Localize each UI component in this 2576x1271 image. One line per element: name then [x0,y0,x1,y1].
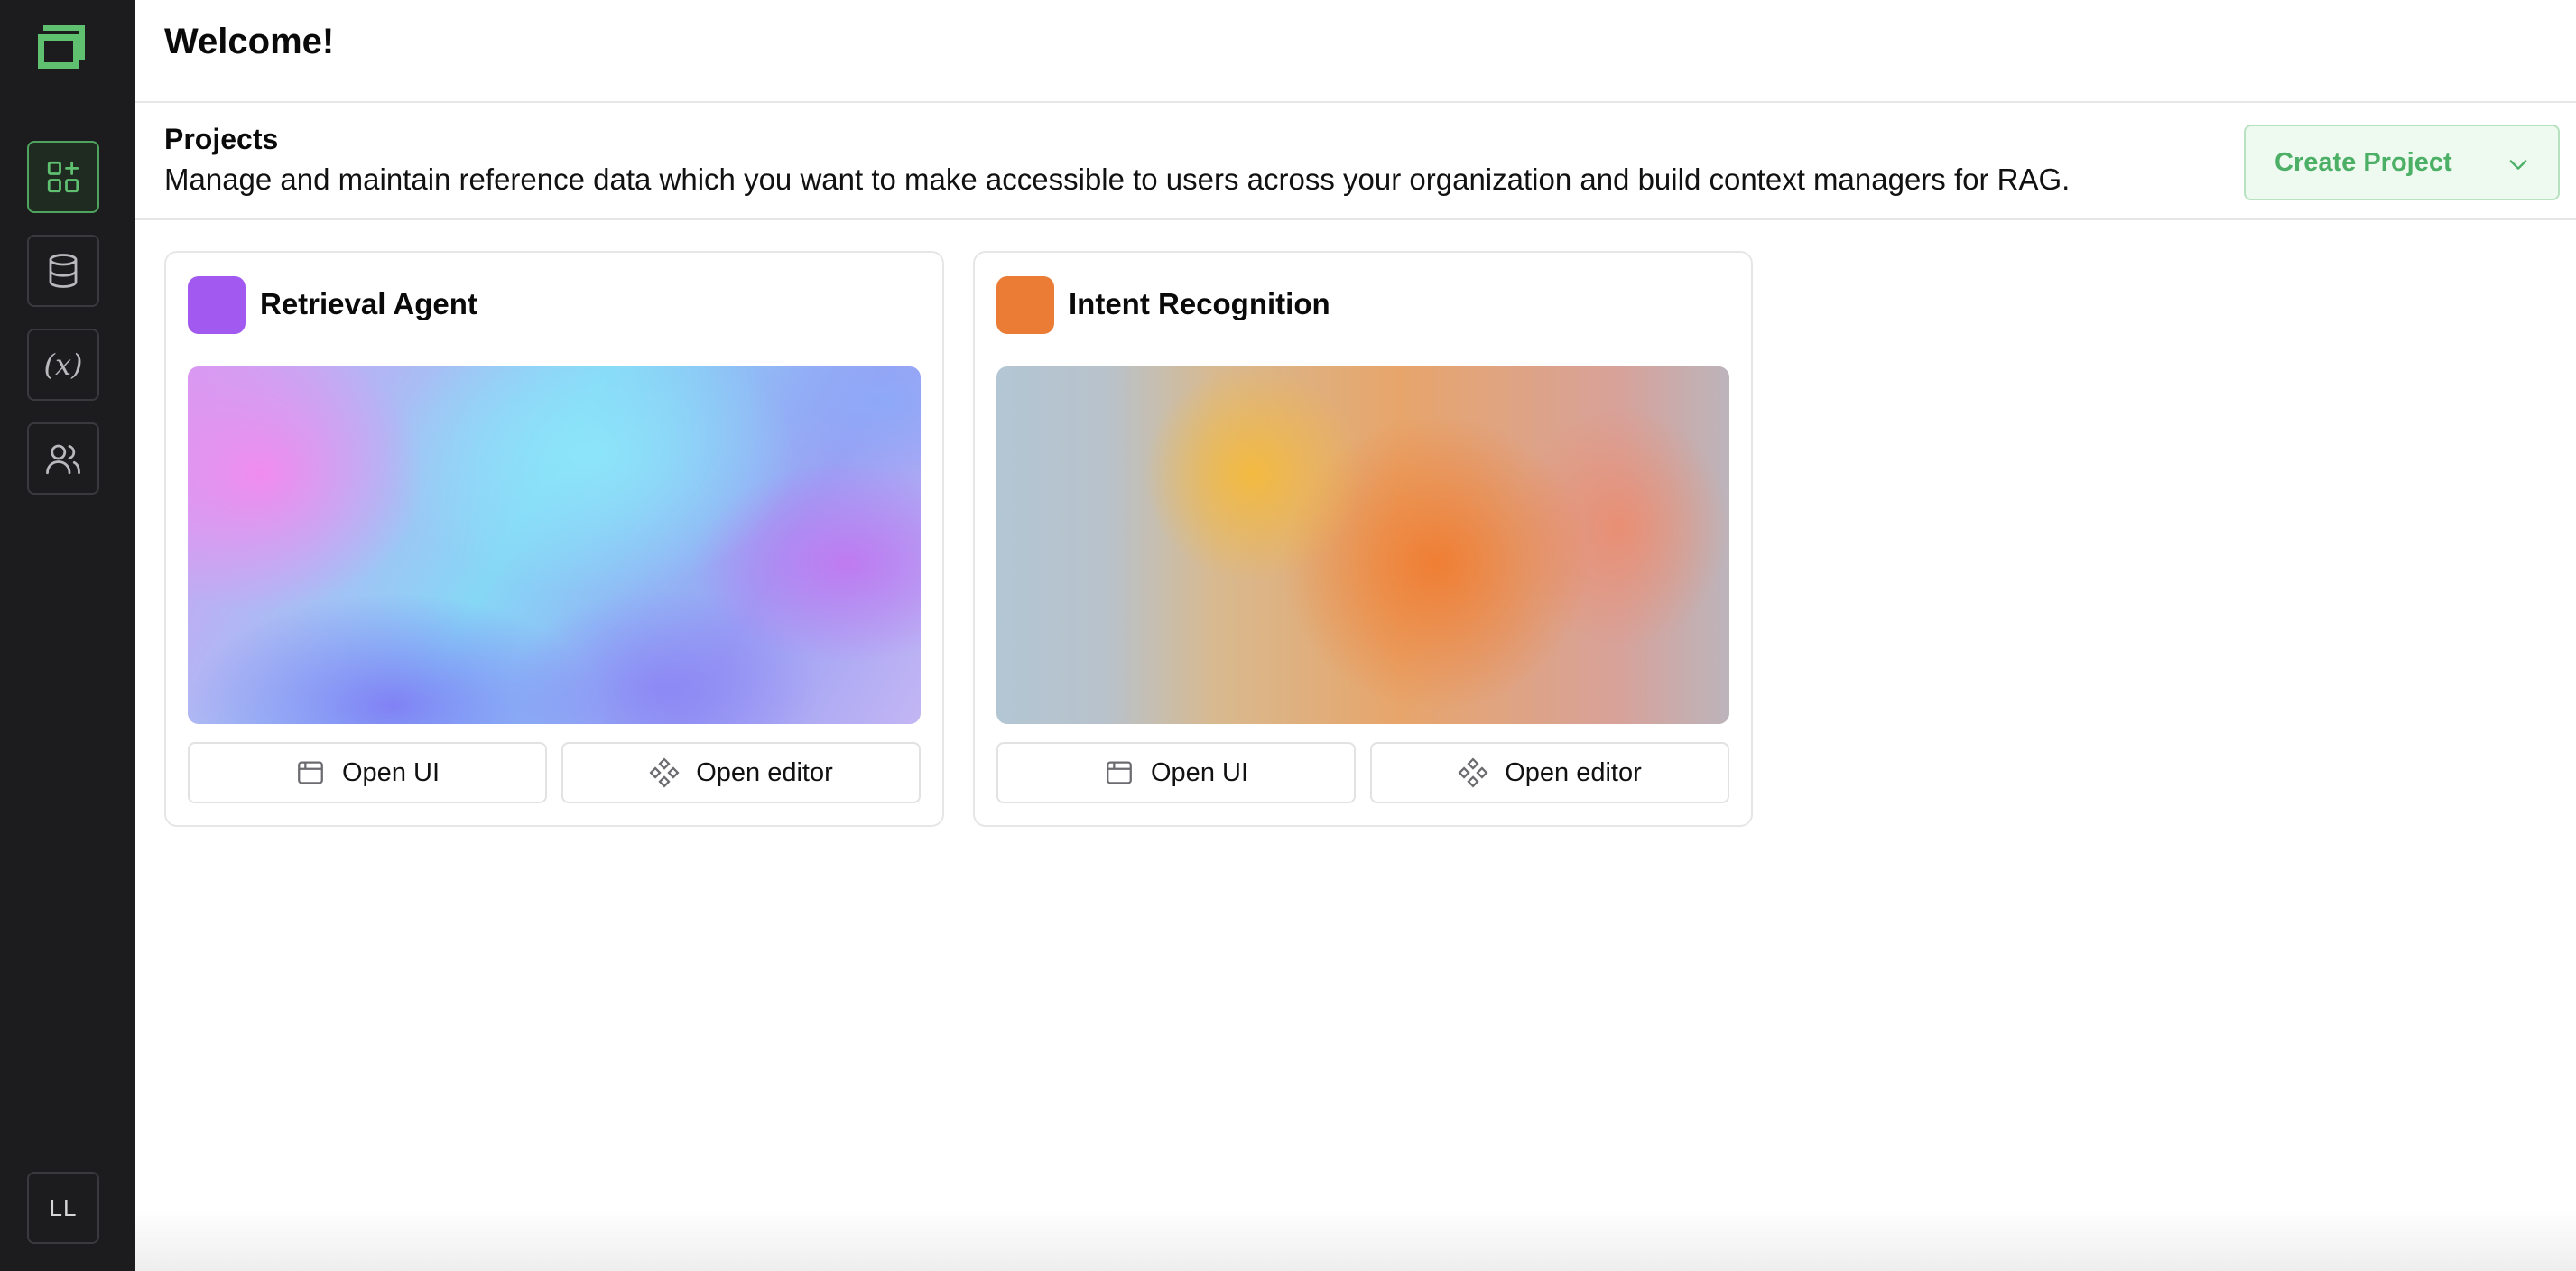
create-project-button[interactable]: Create Project [2244,125,2560,200]
function-icon: (x) [43,348,83,382]
sidebar-item-database[interactable] [27,235,99,307]
open-ui-button[interactable]: Open UI [188,742,547,803]
open-editor-label: Open editor [696,757,833,787]
sidebar-item-variables[interactable]: (x) [27,329,99,401]
open-editor-button[interactable]: Open editor [1370,742,1729,803]
window-icon [1107,761,1132,784]
project-card-intent-recognition[interactable]: Intent Recognition Open UI Open editor [973,251,1753,827]
projects-header: Projects Manage and maintain reference d… [135,105,2576,220]
nodes-icon [1458,757,1488,788]
project-preview-image[interactable] [996,366,1729,724]
chevron-down-icon [2509,160,2527,170]
project-color-icon [996,276,1054,334]
sidebar-item-users[interactable] [27,422,99,495]
page-title: Welcome! [164,22,335,61]
project-title: Retrieval Agent [260,287,477,320]
open-editor-label: Open editor [1505,757,1642,787]
sidebar: (x) LL [0,0,135,1271]
bottom-shadow [135,1210,2576,1271]
project-color-icon [188,276,246,334]
sidebar-item-projects[interactable] [27,141,99,213]
open-ui-label: Open UI [1151,757,1248,787]
section-title: Projects [164,123,279,155]
open-ui-button[interactable]: Open UI [996,742,1356,803]
project-title: Intent Recognition [1069,287,1330,320]
app-logo[interactable] [36,23,87,70]
project-card-retrieval-agent[interactable]: Retrieval Agent Open UI Open editor [164,251,944,827]
main-content: Welcome! Projects Manage and maintain re… [135,0,2576,1271]
open-ui-label: Open UI [342,757,440,787]
top-bar: Welcome! [135,0,2576,103]
user-avatar[interactable]: LL [27,1172,99,1244]
window-icon [298,761,323,784]
open-editor-button[interactable]: Open editor [561,742,921,803]
grid-plus-icon [47,161,79,193]
create-project-label: Create Project [2275,147,2452,177]
project-preview-image[interactable] [188,366,921,724]
database-icon [49,254,78,288]
users-icon [46,444,80,475]
nodes-icon [649,757,680,788]
section-description: Manage and maintain reference data which… [164,162,2071,196]
